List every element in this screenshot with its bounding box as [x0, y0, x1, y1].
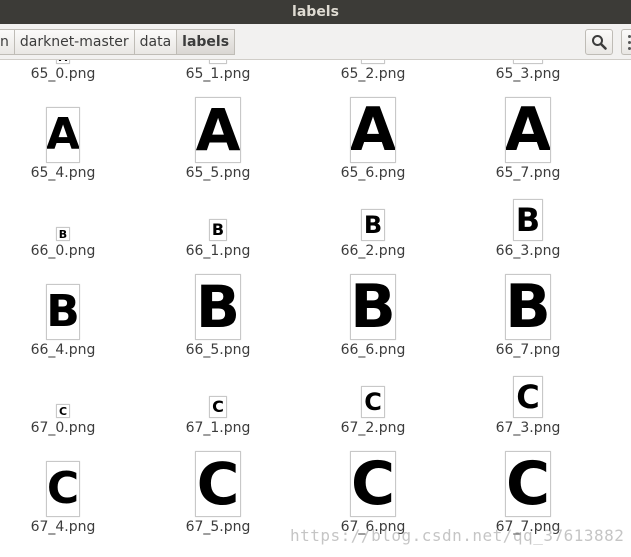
- file-thumbnail[interactable]: B: [209, 219, 227, 241]
- file-thumbnail[interactable]: B: [56, 227, 70, 241]
- file-name: 67_1.png: [185, 420, 251, 436]
- file-thumbnail[interactable]: C: [46, 461, 80, 517]
- thumbnail-glyph: B: [350, 274, 396, 340]
- file-name: 66_2.png: [340, 243, 406, 259]
- thumbnail-glyph: A: [505, 97, 551, 163]
- thumbnail-glyph: A: [350, 97, 396, 163]
- file-thumbnail[interactable]: B: [350, 274, 396, 340]
- thumbnail-glyph: C: [196, 451, 240, 517]
- file-name: 67_5.png: [185, 519, 251, 535]
- thumbnail-glyph: B: [515, 201, 541, 239]
- watermark-text: https://blog.csdn.net/qq_37613882: [290, 526, 625, 545]
- file-name: 66_4.png: [30, 342, 96, 358]
- file-name: 66_0.png: [30, 243, 96, 259]
- thumbnail-glyph: C: [58, 404, 68, 418]
- thumbnail-glyph: B: [195, 274, 241, 340]
- file-thumbnail[interactable]: C: [56, 404, 70, 418]
- file-thumbnail[interactable]: A: [505, 97, 551, 163]
- thumbnail-glyph: C: [364, 388, 382, 416]
- file-name: 67_3.png: [495, 420, 561, 436]
- file-thumbnail[interactable]: B: [46, 284, 80, 340]
- file-thumbnail[interactable]: B: [513, 199, 543, 241]
- file-grid: A 65_0.png A 65_1.png A 65_2.png A 65_3.png A 65_…: [0, 60, 631, 557]
- thumbnail-glyph: B: [58, 227, 68, 241]
- thumbnail-glyph: C: [212, 397, 224, 416]
- file-thumbnail[interactable]: A: [350, 97, 396, 163]
- file-thumbnail[interactable]: C: [195, 451, 241, 517]
- file-thumbnail[interactable]: A: [56, 60, 70, 64]
- breadcrumb-item-darknet-master[interactable]: darknet-master: [14, 29, 135, 55]
- file-thumbnail[interactable]: B: [505, 274, 551, 340]
- thumbnail-glyph: A: [59, 60, 68, 63]
- menu-button[interactable]: [621, 29, 631, 55]
- search-button[interactable]: [585, 29, 613, 55]
- thumbnail-glyph: C: [505, 451, 551, 517]
- window-titlebar: labels: [0, 0, 631, 24]
- toolbar: n darknet-master data labels: [0, 24, 631, 60]
- thumbnail-glyph: C: [350, 451, 396, 517]
- file-name: 66_5.png: [185, 342, 251, 358]
- file-thumbnail[interactable]: A: [513, 60, 543, 64]
- file-name: 66_6.png: [340, 342, 406, 358]
- file-name: 65_6.png: [340, 165, 406, 181]
- thumbnail-glyph: A: [46, 109, 80, 160]
- file-name: 67_4.png: [30, 519, 96, 535]
- thumbnail-glyph: A: [195, 97, 241, 163]
- thumbnail-glyph: B: [211, 220, 225, 239]
- file-thumbnail[interactable]: B: [361, 209, 385, 241]
- file-thumbnail[interactable]: C: [361, 386, 385, 418]
- file-name: 67_0.png: [30, 420, 96, 436]
- window-title: labels: [292, 4, 339, 20]
- file-thumbnail[interactable]: A: [361, 60, 385, 64]
- file-name: 65_7.png: [495, 165, 561, 181]
- file-thumbnail[interactable]: B: [195, 274, 241, 340]
- breadcrumb-item-labels[interactable]: labels: [177, 29, 236, 55]
- breadcrumb-item-data[interactable]: data: [134, 29, 178, 55]
- thumbnail-glyph: C: [46, 463, 80, 514]
- file-thumbnail[interactable]: C: [350, 451, 396, 517]
- thumbnail-glyph: A: [212, 60, 224, 61]
- thumbnail-glyph: B: [363, 211, 383, 239]
- search-icon: [592, 35, 607, 50]
- thumbnail-glyph: B: [46, 286, 80, 337]
- file-thumbnail[interactable]: C: [505, 451, 551, 517]
- file-thumbnail[interactable]: C: [209, 396, 227, 418]
- file-name: 65_2.png: [340, 66, 406, 82]
- breadcrumb: n darknet-master data labels: [0, 29, 236, 55]
- file-thumbnail[interactable]: C: [513, 376, 543, 418]
- file-name: 65_4.png: [30, 165, 96, 181]
- breadcrumb-item-parent[interactable]: n: [0, 29, 15, 55]
- file-name: 65_3.png: [495, 66, 561, 82]
- file-thumbnail[interactable]: A: [46, 107, 80, 163]
- file-name: 66_3.png: [495, 243, 561, 259]
- file-name: 66_1.png: [185, 243, 251, 259]
- thumbnail-glyph: C: [516, 378, 540, 416]
- file-name: 65_5.png: [185, 165, 251, 181]
- thumbnail-glyph: B: [505, 274, 551, 340]
- file-name: 65_0.png: [30, 66, 96, 82]
- file-name: 66_7.png: [495, 342, 561, 358]
- file-thumbnail[interactable]: A: [195, 97, 241, 163]
- file-thumbnail[interactable]: A: [209, 60, 227, 64]
- file-name: 67_2.png: [340, 420, 406, 436]
- file-name: 65_1.png: [185, 66, 251, 82]
